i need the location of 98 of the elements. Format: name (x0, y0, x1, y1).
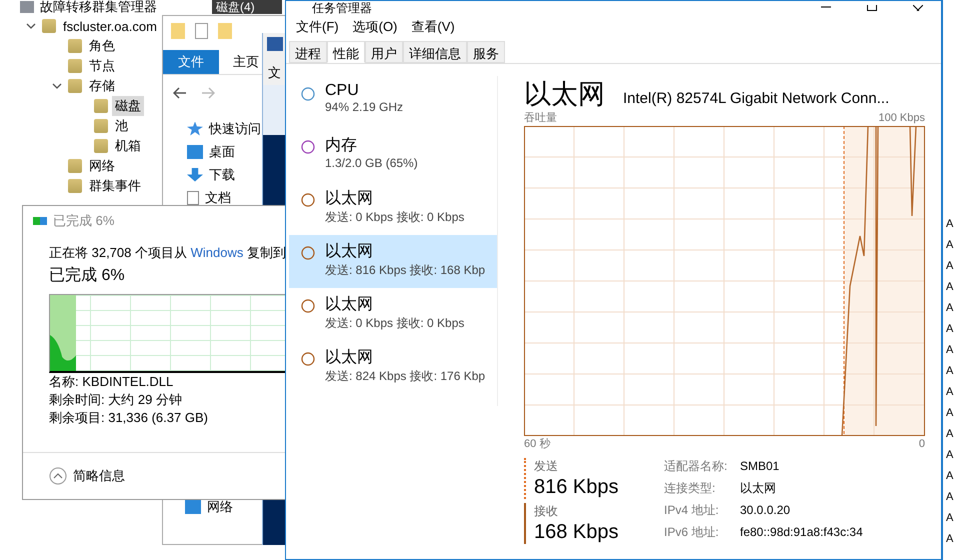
list-item[interactable]: A (946, 382, 959, 403)
resource-name: 内存 (325, 136, 358, 156)
tab-label[interactable]: 磁盘(4) (212, 0, 282, 14)
stat-value: 816 Kbps (534, 475, 620, 499)
resource-item[interactable]: 以太网 发送: 0 Kbps 接收: 0 Kbps (289, 288, 497, 341)
property-label: 连接类型: (664, 480, 716, 497)
tree-item[interactable]: fscluster.oa.com (60, 18, 160, 34)
stat-label: 发送 (534, 458, 559, 475)
window-title: 任务管理器 (312, 1, 372, 16)
resource-item[interactable]: 以太网 发送: 816 Kbps 接收: 168 Kbp (289, 235, 497, 288)
tab[interactable]: 详细信息 (403, 41, 467, 63)
tree-item[interactable]: 存储 (86, 76, 118, 96)
tree-item[interactable]: 机箱 (112, 136, 144, 156)
resource-item[interactable]: 以太网 发送: 0 Kbps 接收: 0 Kbps (289, 182, 497, 235)
tree-item[interactable]: 池 (112, 116, 131, 136)
tree-item[interactable]: 角色 (86, 36, 118, 56)
property-value: fe80::98d:91a8:f43c:34 (740, 524, 863, 541)
property-label: IPv4 地址: (664, 502, 720, 519)
resource-detail: 发送: 0 Kbps 接收: 0 Kbps (325, 209, 464, 226)
resource-detail: 94% 2.19 GHz (325, 100, 404, 114)
list-item[interactable]: A (946, 214, 959, 235)
home-tab[interactable]: 主页 (233, 53, 259, 71)
resource-detail: 发送: 824 Kbps 接收: 176 Kbp (325, 368, 486, 385)
chevron-up-icon (49, 467, 67, 485)
copy-description: 正在将 32,708 个项目从 Windows 复制到 (49, 244, 287, 262)
list-item[interactable]: A (946, 235, 959, 256)
list-item[interactable]: A (946, 529, 959, 550)
menu-item[interactable]: 选项(O) (352, 18, 398, 36)
document-icon (187, 190, 199, 204)
graph-min: 0 (918, 437, 925, 452)
list-item[interactable]: A (946, 340, 959, 361)
property-value: 30.0.0.20 (740, 502, 792, 519)
adapter-name: Intel(R) 82574L Gigabit Network Conn... (623, 90, 890, 107)
resource-name: 以太网 (325, 188, 374, 209)
property-label: IPv6 地址: (664, 524, 720, 541)
window-title: 故障转移群集管理器 (40, 0, 157, 14)
tree-item[interactable]: 磁盘 (112, 96, 144, 116)
progress-heading: 已完成 6% (49, 266, 126, 286)
graph-span: 60 秒 (524, 437, 550, 452)
graph-label: 吞吐量 (524, 111, 557, 126)
list-item[interactable]: A (946, 277, 959, 298)
resource-name: 以太网 (325, 348, 374, 368)
dialog-title: 已完成 6% (53, 212, 114, 230)
nav-item[interactable]: 快速访问 (209, 120, 261, 138)
stat-value: 168 Kbps (534, 520, 620, 544)
tree-item[interactable]: 节点 (86, 56, 118, 76)
list-item[interactable]: A (946, 466, 959, 487)
list-item[interactable]: A (946, 508, 959, 529)
menu-item[interactable]: 文 (268, 65, 281, 80)
resource-detail: 1.3/2.0 GB (65%) (325, 156, 418, 170)
list-item[interactable]: A (946, 445, 959, 466)
detail-text: 名称: KBDINTEL.DLL (49, 373, 174, 391)
list-item[interactable]: A (946, 298, 959, 319)
list-item[interactable]: A (946, 361, 959, 382)
resource-item[interactable]: CPU 94% 2.19 GHz (289, 76, 497, 129)
resource-name: 以太网 (325, 294, 374, 315)
list-item[interactable]: A (946, 487, 959, 508)
monitor-icon (187, 144, 203, 158)
graph-max: 100 Kbps (878, 111, 925, 126)
file-tab[interactable]: 文件 (163, 50, 219, 74)
resource-item[interactable]: 内存 1.3/2.0 GB (65%) (289, 129, 497, 182)
menu-item[interactable]: 文件(F) (296, 18, 339, 36)
tree-item[interactable]: 网络 (86, 156, 118, 176)
menu-item[interactable]: 查看(V) (411, 18, 455, 36)
maximize-icon[interactable] (867, 5, 877, 11)
resource-item[interactable]: 以太网 发送: 824 Kbps 接收: 176 Kbp (289, 341, 497, 394)
nav-item[interactable]: 文档 (205, 188, 231, 206)
list-item[interactable]: A (946, 403, 959, 424)
nav-item[interactable]: 下载 (209, 166, 235, 184)
back-icon[interactable] (173, 87, 187, 99)
source-link[interactable]: Windows (190, 245, 244, 260)
tab[interactable]: 进程 (289, 41, 327, 63)
stat-label: 接收 (534, 503, 559, 520)
list-item[interactable]: A (946, 319, 959, 340)
details-toggle[interactable]: 简略信息 (49, 467, 125, 485)
chevron-icon[interactable] (52, 81, 62, 91)
nav-item[interactable]: 网络 (207, 498, 233, 516)
tab[interactable]: 性能 (327, 41, 365, 63)
detail-text: 剩余时间: 大约 29 分钟 (49, 391, 183, 409)
list-item[interactable]: A (946, 256, 959, 277)
property-value: 以太网 (740, 480, 777, 497)
detail-text: 剩余项目: 31,336 (6.37 GB) (49, 409, 209, 427)
property-label: 适配器名称: (664, 458, 728, 475)
panel-heading: 以太网 (524, 78, 605, 111)
close-icon[interactable] (913, 5, 923, 11)
chevron-icon[interactable] (26, 21, 36, 31)
resource-detail: 发送: 0 Kbps 接收: 0 Kbps (325, 315, 464, 332)
tree-item[interactable]: 群集事件 (86, 176, 144, 196)
resource-name: 以太网 (325, 242, 374, 262)
nav-item[interactable]: 桌面 (209, 142, 235, 160)
resource-detail: 发送: 816 Kbps 接收: 168 Kbp (325, 262, 486, 279)
property-value: SMB01 (740, 458, 780, 475)
resource-name: CPU (325, 82, 360, 100)
copy-icon (33, 217, 47, 225)
tab[interactable]: 用户 (365, 41, 403, 63)
list-item[interactable]: A (946, 424, 959, 445)
terminal-icon (267, 37, 283, 51)
tab[interactable]: 服务 (467, 41, 505, 63)
